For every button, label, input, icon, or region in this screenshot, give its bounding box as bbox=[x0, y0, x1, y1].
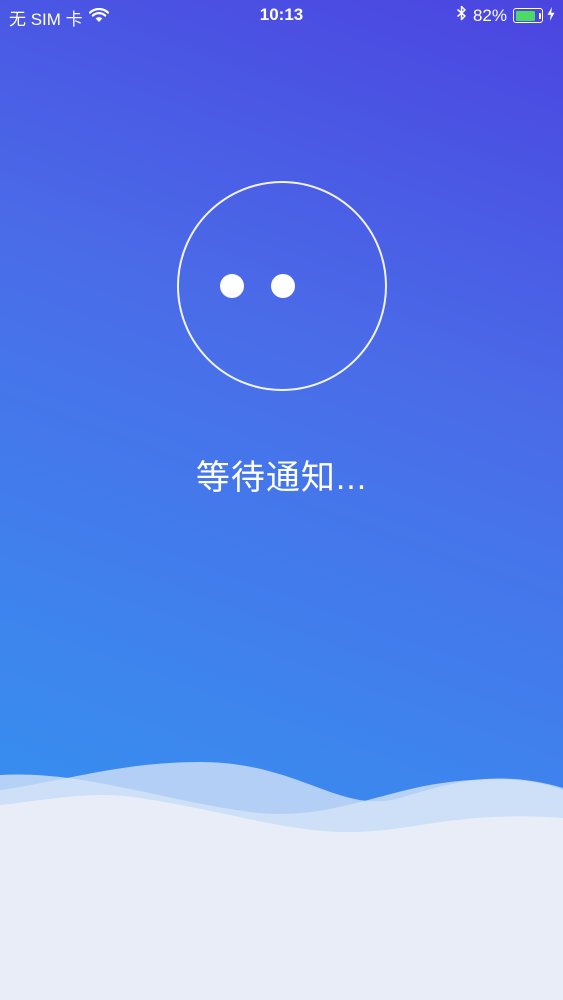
wave-decoration bbox=[0, 762, 563, 1000]
battery-group bbox=[513, 8, 543, 23]
waiting-face-icon bbox=[177, 181, 387, 391]
battery-percent: 82% bbox=[472, 5, 507, 25]
left-eye-dot bbox=[220, 274, 244, 298]
battery-level-fill bbox=[515, 10, 536, 21]
waiting-status-text: 等待通知... bbox=[195, 459, 368, 497]
battery-icon bbox=[513, 8, 543, 23]
waiting-screen: 无 SIM 卡 10:13 82% 等待通知... bbox=[0, 0, 563, 1000]
status-bar-right: 82% bbox=[456, 5, 555, 26]
right-eye-dot bbox=[271, 274, 295, 298]
bluetooth-icon bbox=[456, 5, 467, 26]
charging-bolt-icon bbox=[547, 6, 555, 26]
front-wave bbox=[0, 795, 563, 1000]
status-bar: 无 SIM 卡 10:13 82% bbox=[0, 0, 563, 32]
